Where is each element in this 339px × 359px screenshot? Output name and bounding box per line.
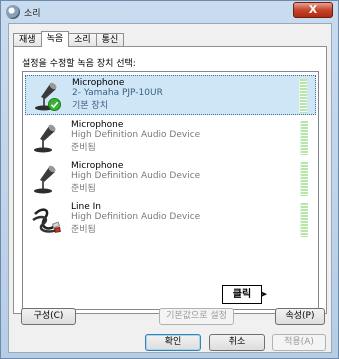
microphone-icon [34,124,56,153]
device-name: Microphone [72,78,125,88]
device-item-line-in[interactable]: Line In High Definition Audio Device 준비됨 [25,200,316,240]
properties-button[interactable]: 속성(P) [275,308,325,325]
sound-dialog: 소리 X 재생 녹음 소리 통신 설정을 수정할 녹음 장치 선택: Micro… [0,0,339,359]
tab-sounds[interactable]: 소리 [68,33,97,47]
tab-communications[interactable]: 통신 [95,33,125,47]
device-name: Microphone [71,120,124,130]
ok-button[interactable]: 확인 [145,334,201,351]
device-name: Microphone [71,161,124,171]
configure-button[interactable]: 구성(C) [21,308,76,325]
device-item-microphone-yamaha[interactable]: Microphone 2- Yamaha PJP-10UR 기본 장치 [25,75,316,115]
speaker-icon [6,5,20,19]
device-status: 준비됨 [71,225,96,235]
device-item-microphone-hd-1[interactable]: Microphone High Definition Audio Device … [25,118,316,158]
set-default-button[interactable]: 기본값으로 설정 [159,308,234,325]
dialog-client: 재생 녹음 소리 통신 설정을 수정할 녹음 장치 선택: Microphone… [8,23,332,353]
tab-playback[interactable]: 재생 [13,33,42,47]
title-bar[interactable]: 소리 X [1,1,338,23]
apply-button[interactable]: 적용(A) [272,334,326,351]
green-check-icon [48,98,61,111]
tab-recording[interactable]: 녹음 [40,31,70,47]
cancel-button[interactable]: 취소 [209,334,265,351]
close-button[interactable]: X [293,2,333,18]
window-title: 소리 [24,9,41,19]
instruction-text: 설정을 수정할 녹음 장치 선택: [22,59,136,69]
level-meter [300,203,308,237]
device-description: High Definition Audio Device [71,130,201,140]
device-description: 2- Yamaha PJP-10UR [72,88,163,98]
device-status: 기본 장치 [72,101,108,111]
device-list[interactable]: Microphone 2- Yamaha PJP-10UR 기본 장치 Micr… [22,71,319,310]
device-status: 준비됨 [71,184,96,194]
microphone-icon [34,165,56,194]
device-item-microphone-hd-2[interactable]: Microphone High Definition Audio Device … [25,159,316,199]
arrow-icon: ➤ [260,290,268,300]
device-description: High Definition Audio Device [71,212,201,222]
device-description: High Definition Audio Device [71,171,201,181]
device-name: Line In [71,202,101,212]
level-meter [299,79,307,113]
recording-panel: 설정을 수정할 녹음 장치 선택: Microphone 2- Yamaha P… [13,46,327,314]
level-meter [300,162,308,196]
device-status: 준비됨 [71,143,96,153]
line-in-cable-icon [32,208,61,233]
tab-strip: 재생 녹음 소리 통신 [13,31,125,47]
click-annotation-label: 클릭 [222,285,262,304]
level-meter [300,121,308,155]
